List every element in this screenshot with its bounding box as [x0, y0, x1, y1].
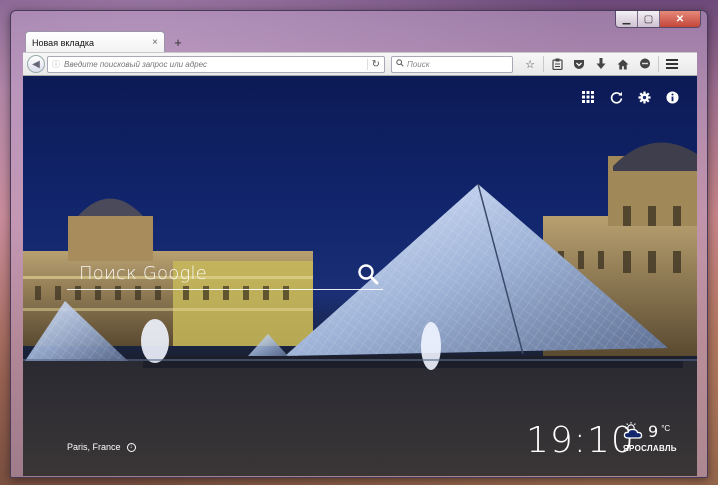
- url-input[interactable]: Введите поисковый запрос или адрес: [64, 60, 367, 69]
- minimize-button[interactable]: ▁: [616, 11, 638, 27]
- close-button[interactable]: ✕: [660, 11, 700, 27]
- navigation-toolbar: ◀ ⓘ Введите поисковый запрос или адрес ↻…: [23, 52, 697, 76]
- clipboard-icon[interactable]: [546, 55, 568, 73]
- search-input[interactable]: Поиск: [407, 60, 429, 69]
- tab-label: Новая вкладка: [32, 37, 95, 48]
- back-button[interactable]: ◀: [27, 55, 45, 73]
- new-tab-page: Поиск Google Paris, France ↓ 19:10 9 °C …: [23, 76, 697, 476]
- info-icon[interactable]: ⓘ: [52, 59, 60, 70]
- download-icon[interactable]: ↓: [126, 442, 136, 452]
- url-bar[interactable]: ⓘ Введите поисковый запрос или адрес ↻: [47, 55, 385, 73]
- star-icon[interactable]: ☆: [519, 55, 541, 73]
- chat-icon[interactable]: [634, 55, 656, 73]
- clock: 19:10: [526, 420, 635, 461]
- location-label: Paris, France: [67, 442, 121, 452]
- search-bar[interactable]: Поиск: [391, 55, 513, 73]
- newtab-top-icons: [581, 90, 679, 104]
- maximize-button[interactable]: ▢: [638, 11, 660, 27]
- browser-window: ▁ ▢ ✕ Новая вкладка × + ◀ ⓘ Введите поис…: [10, 10, 708, 478]
- home-icon[interactable]: [612, 55, 634, 73]
- weather-widget: 9 °C ЯРОСЛАВЛЬ: [623, 422, 677, 453]
- apps-icon[interactable]: [581, 90, 595, 104]
- tab-close-icon[interactable]: ×: [152, 37, 158, 48]
- pocket-icon[interactable]: [568, 55, 590, 73]
- toolbar-divider: [658, 56, 659, 72]
- google-search-input[interactable]: Поиск Google: [67, 263, 357, 284]
- toolbar-icons: ☆: [519, 55, 683, 73]
- window-controls: ▁ ▢ ✕: [615, 11, 701, 28]
- refresh-icon[interactable]: [609, 90, 623, 104]
- tab-new-tab[interactable]: Новая вкладка ×: [25, 31, 165, 53]
- search-icon: [396, 59, 404, 69]
- toolbar-divider: [543, 56, 544, 72]
- photo-location: Paris, France ↓: [67, 442, 136, 452]
- search-icon[interactable]: [357, 263, 379, 285]
- google-search-box[interactable]: Поиск Google: [67, 258, 383, 290]
- info-icon[interactable]: [665, 90, 679, 104]
- temperature: 9: [648, 422, 659, 441]
- temperature-unit: °C: [661, 424, 671, 433]
- weather-city: ЯРОСЛАВЛЬ: [623, 444, 677, 453]
- download-icon[interactable]: [590, 55, 612, 73]
- menu-icon[interactable]: [661, 55, 683, 73]
- reload-icon[interactable]: ↻: [366, 58, 380, 70]
- gear-icon[interactable]: [637, 90, 651, 104]
- cloud-sun-icon: [623, 422, 643, 439]
- title-bar[interactable]: ▁ ▢ ✕: [11, 11, 707, 33]
- new-tab-button[interactable]: +: [171, 32, 185, 52]
